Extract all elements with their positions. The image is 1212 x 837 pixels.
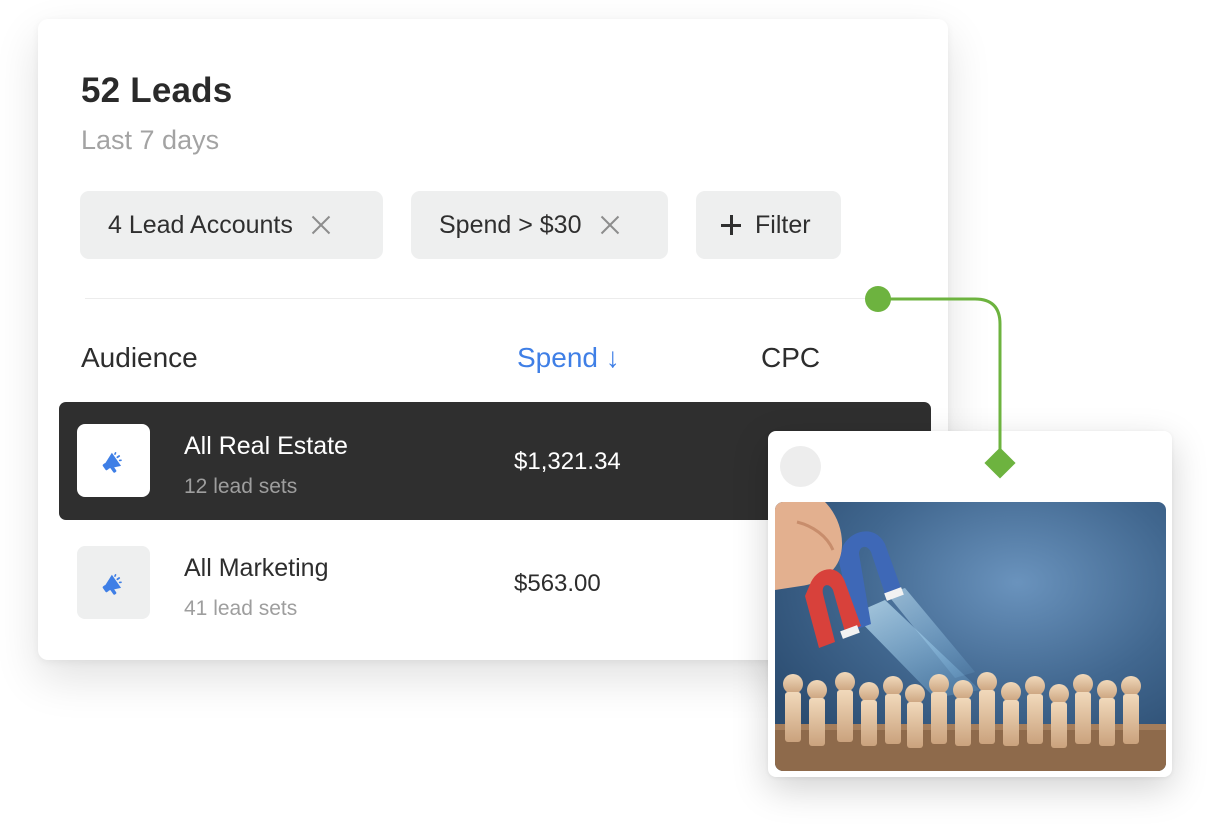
row-icon-box [77, 424, 150, 497]
spend-value: $1,321.34 [514, 448, 621, 475]
column-header-cpc[interactable]: CPC [761, 342, 820, 374]
column-header-audience[interactable]: Audience [81, 342, 198, 374]
avatar [780, 446, 821, 487]
filter-chip-label: 4 Lead Accounts [108, 210, 293, 239]
megaphone-icon [102, 451, 122, 473]
audience-preview-card [768, 431, 1172, 777]
megaphone-icon [102, 573, 122, 595]
page-title: 52 Leads [81, 71, 233, 110]
add-filter-button[interactable]: Filter [696, 191, 841, 259]
filter-chip-label: Spend > $30 [439, 210, 582, 239]
close-icon[interactable] [311, 215, 331, 235]
filter-chip-lead-accounts[interactable]: 4 Lead Accounts [80, 191, 383, 259]
spend-value: $563.00 [514, 570, 601, 597]
column-header-spend[interactable]: Spend ↓ [517, 342, 620, 374]
close-icon[interactable] [600, 215, 620, 235]
plus-icon [721, 215, 741, 235]
filter-chip-spend[interactable]: Spend > $30 [411, 191, 668, 259]
divider [85, 298, 915, 299]
audience-name: All Real Estate [184, 432, 348, 460]
lead-sets-count: 41 lead sets [184, 597, 298, 620]
magnet-attracting-people-image [775, 502, 1166, 771]
add-filter-label: Filter [755, 210, 811, 239]
date-range-label: Last 7 days [81, 125, 220, 155]
audience-name: All Marketing [184, 554, 329, 582]
row-icon-box [77, 546, 150, 619]
lead-sets-count: 12 lead sets [184, 475, 298, 498]
